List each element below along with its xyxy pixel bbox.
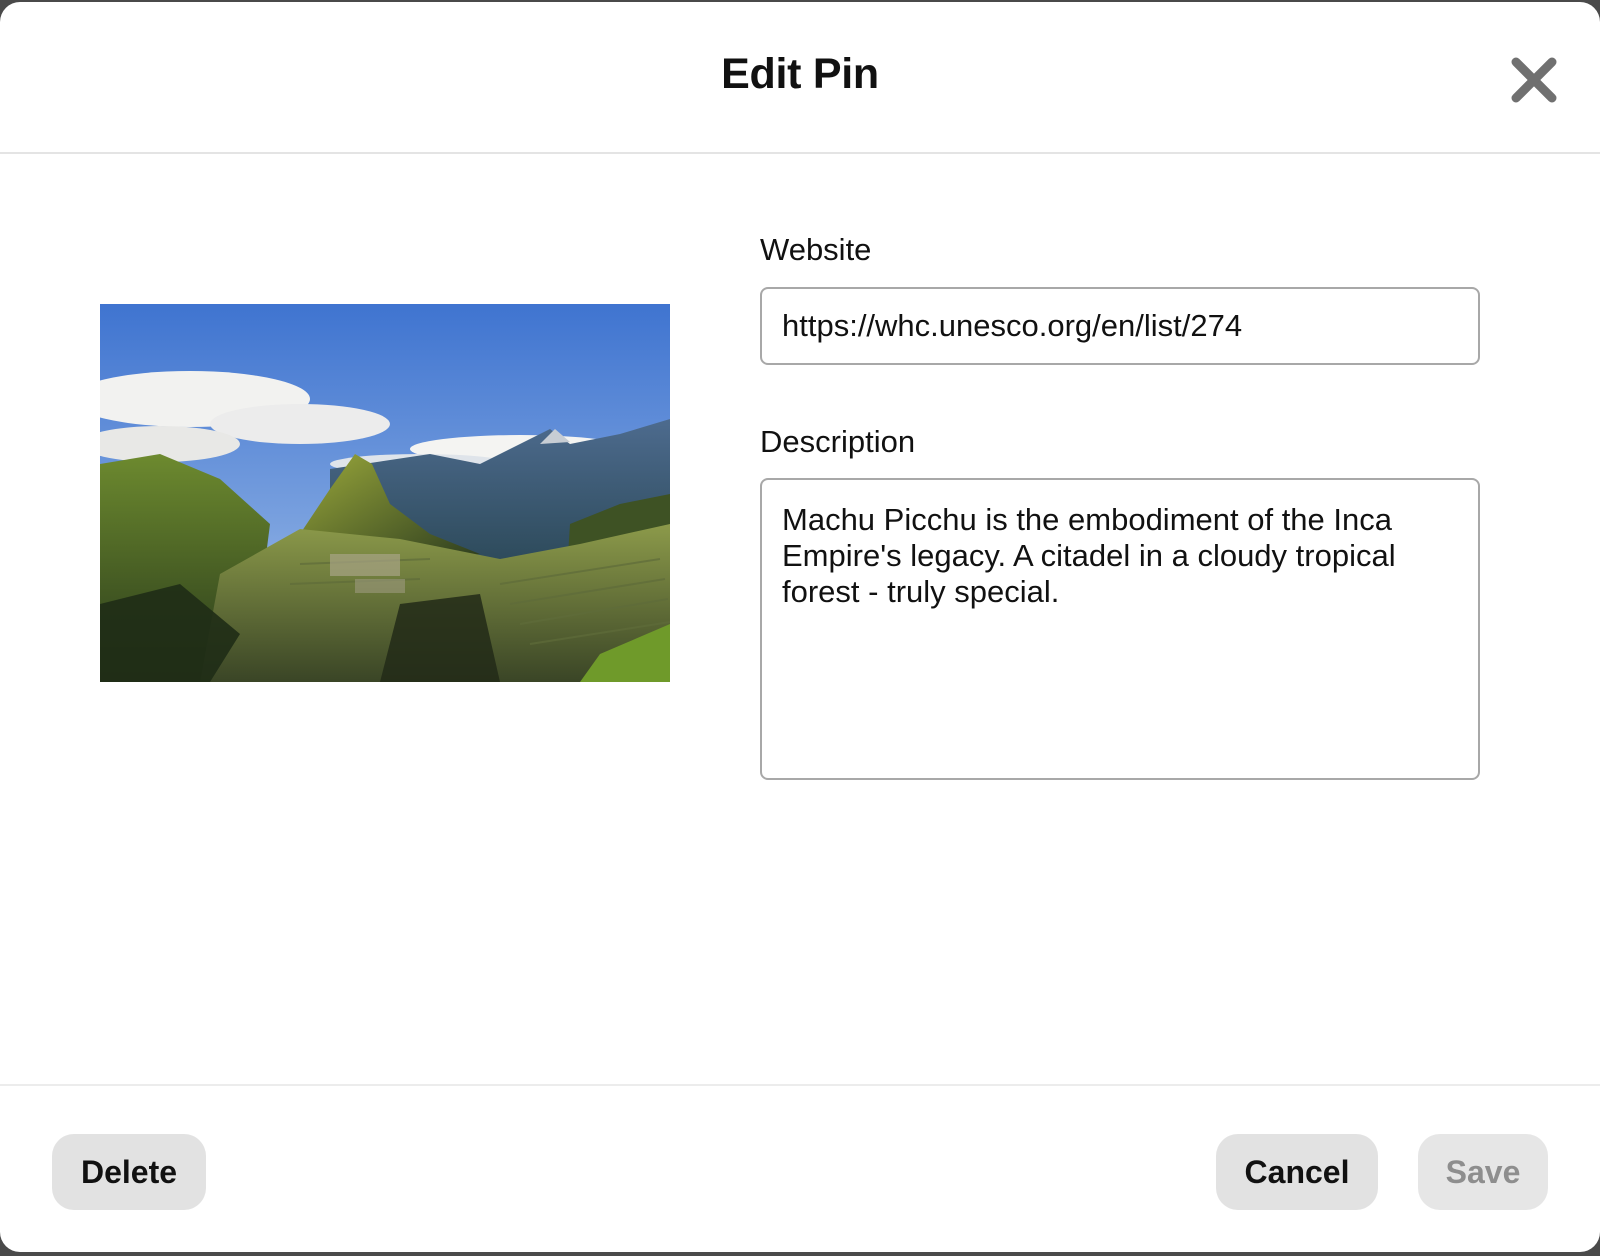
delete-button[interactable]: Delete bbox=[52, 1134, 206, 1210]
dialog-footer: Delete Cancel Save bbox=[0, 1084, 1600, 1252]
dialog-header: Edit Pin bbox=[0, 2, 1600, 154]
close-icon[interactable] bbox=[1508, 54, 1560, 106]
pin-image bbox=[100, 304, 670, 682]
description-label: Description bbox=[760, 424, 916, 459]
description-textarea[interactable]: Machu Picchu is the embodiment of the In… bbox=[760, 478, 1480, 780]
edit-pin-dialog: Edit Pin Website https://whc.unesco.org/… bbox=[0, 2, 1600, 1252]
cancel-button[interactable]: Cancel bbox=[1216, 1134, 1378, 1210]
dialog-title: Edit Pin bbox=[721, 50, 879, 98]
website-input[interactable] bbox=[760, 287, 1480, 365]
save-button[interactable]: Save bbox=[1418, 1134, 1548, 1210]
website-label: Website bbox=[760, 232, 872, 267]
